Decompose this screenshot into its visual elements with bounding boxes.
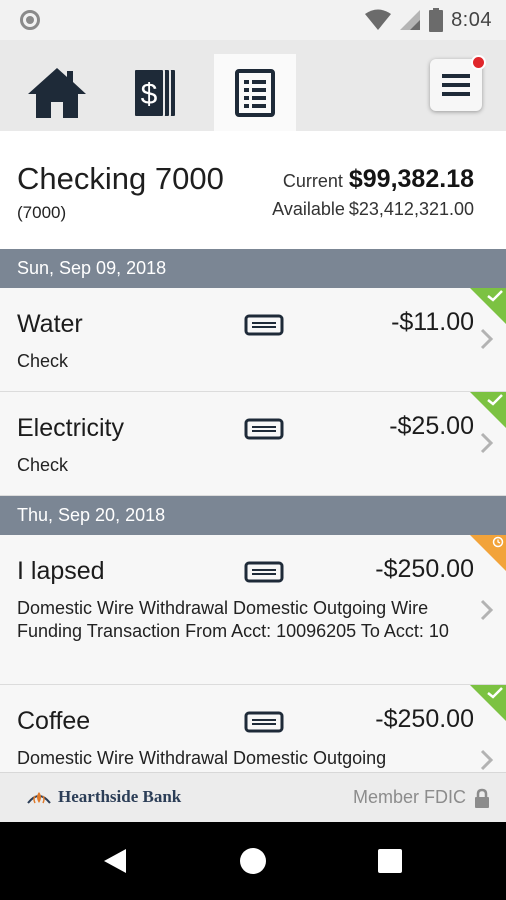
transaction-row[interactable]: Coffee -$250.00 Domestic Wire Withdrawal…: [0, 685, 506, 772]
transaction-description: Domestic Wire Withdrawal Domestic Outgoi…: [17, 748, 387, 768]
transaction-amount: -$25.00: [389, 412, 474, 440]
transaction-title: Water: [17, 310, 83, 338]
signal-icon: [400, 10, 421, 30]
tab-home[interactable]: [16, 54, 98, 131]
transaction-amount: -$11.00: [391, 308, 474, 336]
transaction-title: Coffee: [17, 707, 91, 735]
chevron-right-icon: [480, 749, 494, 771]
menu-button[interactable]: [430, 55, 486, 111]
transaction-description: Domestic Wire Withdrawal Domestic Outgoi…: [17, 598, 449, 641]
current-balance-value: $99,382.18: [348, 165, 474, 193]
transaction-row[interactable]: Electricity -$25.00 Check: [0, 392, 506, 496]
transaction-row[interactable]: Water -$11.00 Check: [0, 288, 506, 392]
available-balance-row: Available $23,412,321.00: [272, 199, 474, 220]
notification-badge: [471, 55, 486, 70]
check-icon: [487, 394, 503, 406]
transaction-title: I lapsed: [17, 557, 105, 585]
clock-icon: [492, 536, 504, 548]
system-nav-bar: [0, 822, 506, 900]
status-icons: 8:04: [365, 6, 492, 34]
recent-apps-icon[interactable]: [378, 849, 402, 873]
svg-text:$: $: [141, 78, 158, 111]
card-icon: [244, 711, 284, 733]
date-header: Sun, Sep 09, 2018: [0, 249, 506, 288]
available-balance-value: $23,412,321.00: [348, 199, 474, 219]
account-header: Checking 7000 (7000) Current $99,382.18 …: [0, 131, 506, 249]
bank-logo: Hearthside Bank: [26, 787, 181, 807]
lock-icon: [475, 788, 489, 808]
current-balance-row: Current $99,382.18: [283, 165, 474, 194]
check-icon: [487, 290, 503, 302]
card-icon: [244, 314, 284, 336]
circle-indicator-icon: [20, 10, 40, 30]
chevron-right-icon: [480, 328, 494, 350]
home-icon: [28, 67, 86, 118]
chevron-right-icon: [480, 599, 494, 621]
tab-transactions[interactable]: [214, 54, 296, 131]
available-balance-label: Available: [272, 199, 345, 219]
home-button-icon[interactable]: [240, 848, 266, 874]
transaction-description: Check: [17, 455, 69, 475]
status-bar: 8:04: [0, 0, 506, 40]
tab-bar: $: [0, 40, 506, 131]
transaction-description: Check: [17, 351, 69, 371]
card-icon: [244, 561, 284, 583]
status-time: 8:04: [451, 8, 492, 31]
transaction-row[interactable]: I lapsed -$250.00 Domestic Wire Withdraw…: [0, 535, 506, 685]
card-icon: [244, 418, 284, 440]
back-icon[interactable]: [104, 849, 126, 873]
statement-icon: [235, 68, 275, 117]
chevron-right-icon: [480, 432, 494, 454]
money-icon: $: [133, 67, 177, 118]
current-balance-label: Current: [282, 171, 343, 191]
transaction-amount: -$250.00: [375, 705, 474, 733]
hearth-logo-icon: [27, 792, 51, 804]
check-icon: [487, 687, 503, 699]
fdic-notice: Member FDIC: [353, 787, 490, 808]
tab-accounts[interactable]: $: [115, 54, 197, 131]
battery-icon: [429, 8, 444, 32]
transaction-amount: -$250.00: [375, 555, 474, 583]
transaction-list[interactable]: Sun, Sep 09, 2018 Water -$11.00 Check El…: [0, 249, 506, 772]
account-number: (7000): [17, 203, 67, 222]
footer: Hearthside Bank Member FDIC: [0, 772, 506, 822]
date-header: Thu, Sep 20, 2018: [0, 496, 506, 535]
hamburger-icon: [442, 74, 470, 96]
bank-name: Hearthside Bank: [58, 787, 182, 806]
account-name: Checking 7000: [17, 161, 224, 196]
transaction-title: Electricity: [17, 414, 124, 442]
fdic-text: Member FDIC: [352, 787, 466, 807]
wifi-icon: [365, 9, 392, 30]
